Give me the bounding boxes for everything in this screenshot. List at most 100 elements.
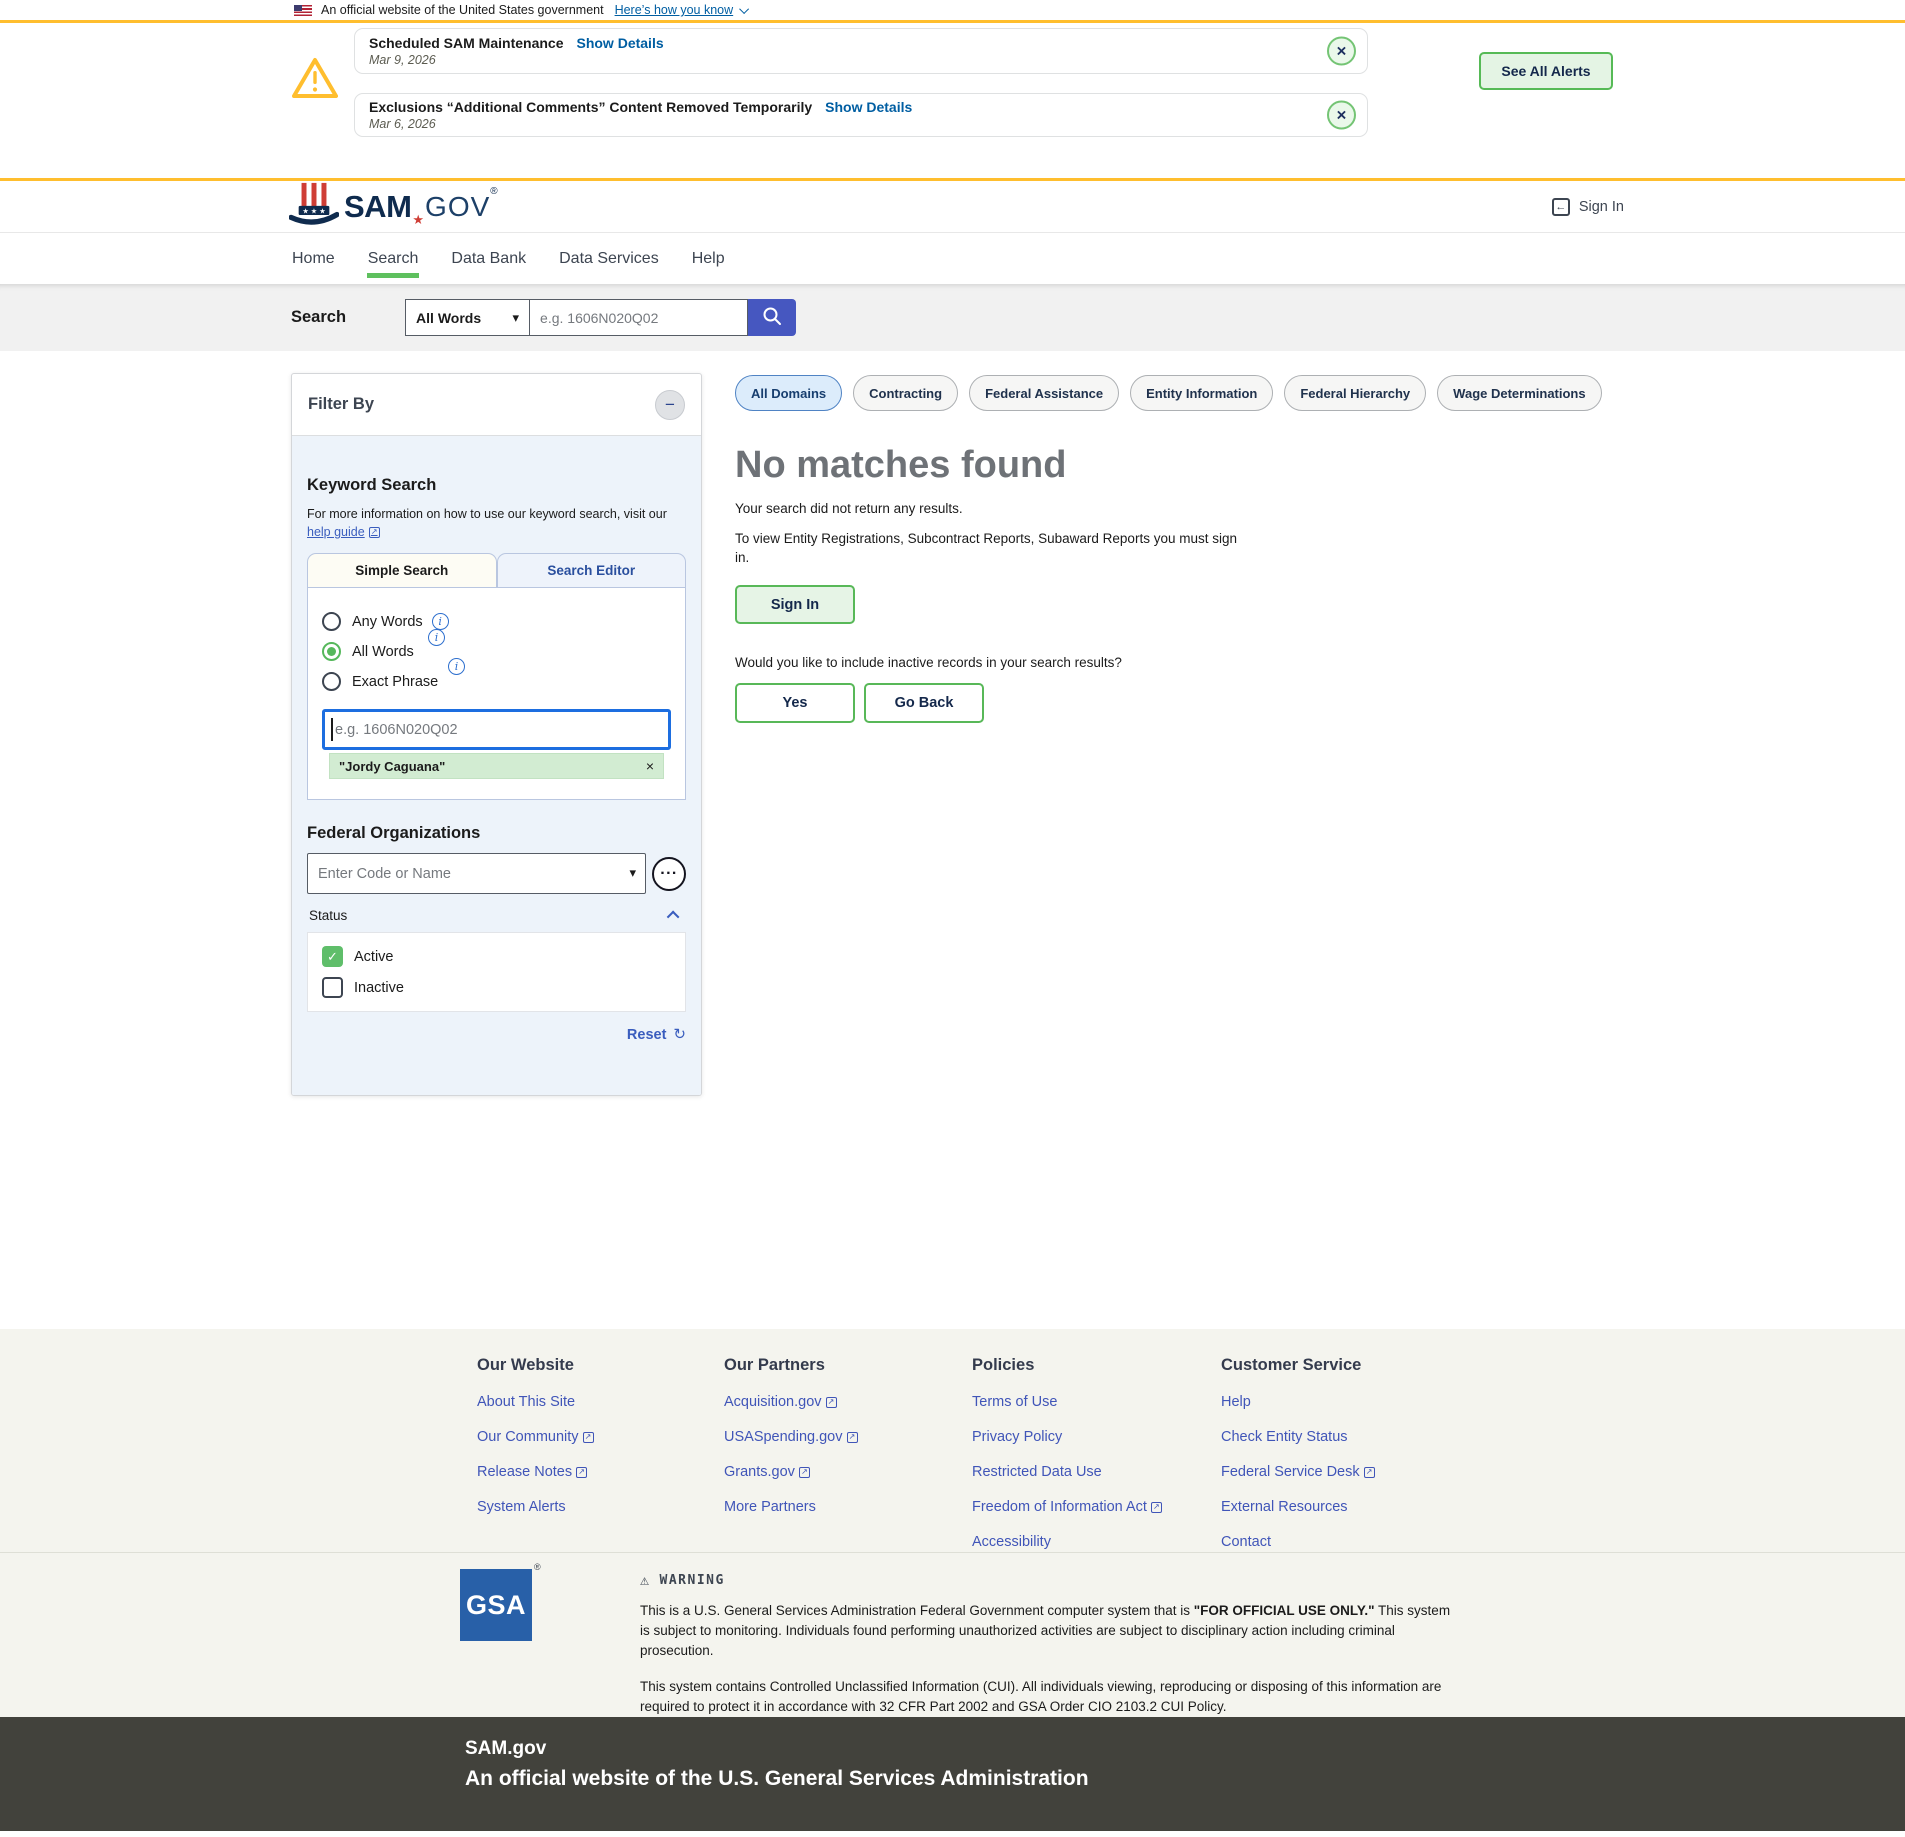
alert-date: Mar 9, 2026 [369,53,1367,67]
tab-search-editor[interactable]: Search Editor [497,553,687,587]
footer-link-help[interactable]: Help [1221,1392,1461,1412]
nav-item-help[interactable]: Help [691,233,726,284]
warning-block: WARNING This is a U.S. General Services … [640,1571,1452,1717]
chevron-down-icon[interactable] [629,864,636,882]
radio-any-words[interactable] [322,612,341,631]
alert-card: Exclusions “Additional Comments” Content… [354,93,1368,137]
footer-link-grants-gov[interactable]: Grants.gov [724,1462,964,1482]
radio-all-words-label: All Words [352,644,414,660]
show-details-link[interactable]: Show Details [576,35,663,51]
sam-gov-logo[interactable]: ★ ★ ★ SAM GOV ® [289,181,498,232]
show-details-link[interactable]: Show Details [825,99,912,115]
search-icon [762,306,782,329]
us-flag-icon [294,5,312,16]
nav-item-search[interactable]: Search [367,233,420,284]
footer-link-external-resources[interactable]: External Resources [1221,1497,1461,1517]
footer-link-system-alerts[interactable]: System Alerts [477,1497,717,1517]
footer-link-terms-of-use[interactable]: Terms of Use [972,1392,1212,1412]
search-mode-select[interactable]: All Words [405,299,530,336]
search-mode-value: All Words [416,310,481,326]
filter-panel: Filter By Keyword Search For more inform… [291,373,702,1096]
close-icon[interactable] [1327,37,1356,66]
chevron-up-icon[interactable] [667,911,680,924]
header-sign-in[interactable]: Sign In [1552,198,1624,216]
yes-button[interactable]: Yes [735,683,855,723]
collapse-panel-button[interactable] [655,390,685,420]
footer-link-federal-service-desk[interactable]: Federal Service Desk [1221,1462,1461,1482]
footer-link-privacy-policy[interactable]: Privacy Policy [972,1427,1212,1447]
pill-wage-determinations[interactable]: Wage Determinations [1437,375,1601,411]
sign-in-button[interactable]: Sign In [735,585,855,624]
keyword-tabs: Simple Search Search Editor [307,553,686,587]
chevron-down-icon [739,4,749,14]
footer-link-restricted-data-use[interactable]: Restricted Data Use [972,1462,1212,1482]
main-content: Filter By Keyword Search For more inform… [0,351,1905,1329]
warning-paragraph-1: This is a U.S. General Services Administ… [640,1601,1452,1661]
warning-label: WARNING [660,1573,725,1588]
pill-federal-hierarchy[interactable]: Federal Hierarchy [1284,375,1426,411]
footer-divider [0,1552,1905,1553]
tab-simple-search[interactable]: Simple Search [307,553,497,587]
star-icon [412,212,424,228]
footer-link-accessibility[interactable]: Accessibility [972,1532,1212,1552]
footer-link-label: USASpending.gov [724,1427,843,1447]
help-guide-label: help guide [307,523,365,541]
domain-pills: All Domains Contracting Federal Assistan… [735,375,1597,411]
identity-bar: SAM.gov An official website of the U.S. … [0,1717,1905,1831]
footer-col-our-partners: Our Partners Acquisition.gov USASpending… [724,1356,964,1532]
checkbox-active-label: Active [354,949,394,965]
help-guide-link[interactable]: help guide [307,523,380,541]
radio-exact-phrase[interactable] [322,672,341,691]
reset-filters[interactable]: Reset [307,1025,686,1044]
radio-any-words-label: Any Words [352,614,423,630]
keyword-input[interactable] [322,709,671,750]
filter-by-title: Filter By [308,395,374,414]
how-you-know-link[interactable]: Here’s how you know [615,3,734,17]
search-button[interactable] [748,299,796,336]
nav-item-data-services[interactable]: Data Services [558,233,660,284]
footer-link-release-notes[interactable]: Release Notes [477,1462,717,1482]
warning-text: This is a U.S. General Services Administ… [640,1603,1194,1618]
info-icon[interactable] [428,629,445,646]
footer-link-usaspending-gov[interactable]: USASpending.gov [724,1427,964,1447]
footer-link-acquisition-gov[interactable]: Acquisition.gov [724,1392,964,1412]
registered-mark: ® [534,1562,541,1572]
info-icon[interactable] [432,613,449,630]
warning-icon [640,1571,651,1589]
footer-link-about-this-site[interactable]: About This Site [477,1392,717,1412]
footer-link-foia[interactable]: Freedom of Information Act [972,1497,1212,1517]
footer-link-check-entity-status[interactable]: Check Entity Status [1221,1427,1461,1447]
go-back-button[interactable]: Go Back [864,683,984,723]
warning-paragraph-2: This system contains Controlled Unclassi… [640,1677,1452,1717]
see-all-alerts-button[interactable]: See All Alerts [1479,52,1613,90]
keyword-chip-label: "Jordy Caguana" [339,759,445,774]
pill-entity-information[interactable]: Entity Information [1130,375,1273,411]
more-options-button[interactable] [652,857,686,891]
footer-link-contact[interactable]: Contact [1221,1532,1461,1552]
radio-exact-phrase-label: Exact Phrase [352,674,438,690]
pill-contracting[interactable]: Contracting [853,375,958,411]
global-search-input[interactable] [530,299,748,336]
footer-link-label: System Alerts [477,1497,566,1517]
chip-remove-icon[interactable] [646,758,654,774]
checkbox-inactive[interactable] [322,977,343,998]
status-label: Status [309,908,347,923]
results-area: All Domains Contracting Federal Assistan… [735,375,1597,723]
federal-orgs-input[interactable] [307,853,646,894]
footer-link-more-partners[interactable]: More Partners [724,1497,964,1517]
close-icon[interactable] [1327,101,1356,130]
no-matches-title: No matches found [735,444,1597,487]
simple-search-box: Any Words All Words Exact Phrase [307,587,686,800]
footer-link-our-community[interactable]: Our Community [477,1427,717,1447]
pill-federal-assistance[interactable]: Federal Assistance [969,375,1119,411]
checkbox-active[interactable] [322,946,343,967]
info-icon[interactable] [448,658,465,675]
page: An official website of the United States… [0,0,1905,1837]
alert-title: Scheduled SAM Maintenance [369,35,563,51]
radio-all-words[interactable] [322,642,341,661]
nav-item-data-bank[interactable]: Data Bank [450,233,527,284]
nav-item-home[interactable]: Home [291,233,336,284]
pill-all-domains[interactable]: All Domains [735,375,842,411]
sign-in-label: Sign In [1579,199,1624,215]
sign-in-note: To view Entity Registrations, Subcontrac… [735,529,1240,567]
